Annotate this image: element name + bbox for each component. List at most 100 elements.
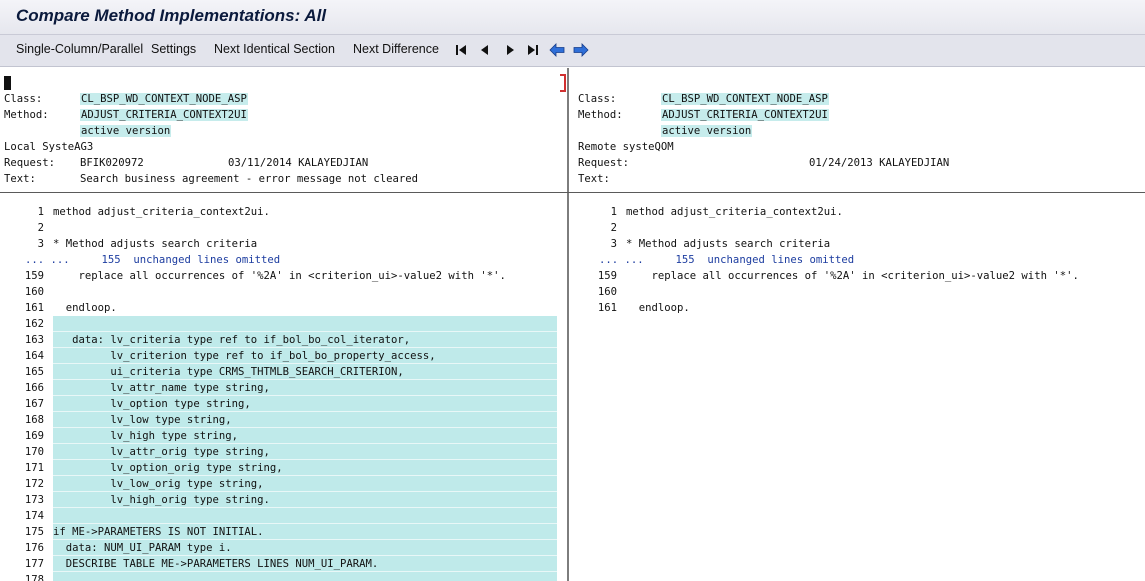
code-text: lv_option type string,: [53, 398, 251, 410]
header-divider: [0, 192, 1145, 193]
code-text: data: lv_criteria type ref to if_bol_bo_…: [53, 334, 411, 346]
code-line: 1 method adjust_criteria_context2ui.: [0, 204, 567, 220]
code-line: 161 endloop.: [0, 300, 567, 316]
arrow-right-icon[interactable]: [572, 40, 590, 60]
code-text: DESCRIBE TABLE ME->PARAMETERS LINES NUM_…: [53, 558, 379, 570]
change-highlight: [53, 508, 557, 524]
change-highlight: [53, 572, 557, 581]
code-text: lv_attr_orig type string,: [53, 446, 270, 458]
method-label: Method:: [4, 109, 49, 121]
code-text: lv_high_orig type string.: [53, 494, 270, 506]
change-highlight: [53, 316, 557, 332]
settings-button[interactable]: Settings: [151, 42, 196, 56]
last-page-icon[interactable]: [524, 40, 542, 60]
code-line: 160: [0, 284, 567, 300]
code-line: 170 lv_attr_orig type string,: [0, 444, 567, 460]
code-line: 1 method adjust_criteria_context2ui.: [569, 204, 1145, 220]
single-column-parallel-button[interactable]: Single-Column/Parallel: [16, 42, 143, 56]
code-text: endloop.: [626, 302, 690, 314]
method-value: ADJUST_CRITERIA_CONTEXT2UI: [661, 109, 829, 121]
code-line: 159 replace all occurrences of '%2A' in …: [569, 268, 1145, 284]
code-line: 164 lv_criterion type ref to if_bol_bo_p…: [0, 348, 567, 364]
line-number: 176: [24, 542, 44, 554]
request-date-user: 03/11/2014 KALAYEDJIAN: [228, 157, 369, 169]
code-text: endloop.: [53, 302, 117, 314]
line-number: 165: [24, 366, 44, 378]
code-text: ui_criteria type CRMS_THTMLB_SEARCH_CRIT…: [53, 366, 404, 378]
line-number: 173: [24, 494, 44, 506]
class-label: Class:: [578, 93, 617, 105]
line-number: 162: [24, 318, 44, 330]
code-text: method adjust_criteria_context2ui.: [626, 206, 843, 218]
code-text: if ME->PARAMETERS IS NOT INITIAL.: [53, 526, 264, 538]
code-text: lv_option_orig type string,: [53, 462, 283, 474]
code-line: 165 ui_criteria type CRMS_THTMLB_SEARCH_…: [0, 364, 567, 380]
class-label: Class:: [4, 93, 43, 105]
difference-marker: [560, 74, 566, 92]
code-line: 2: [0, 220, 567, 236]
code-line: 2: [569, 220, 1145, 236]
line-number: 175: [24, 526, 44, 538]
line-number: 160: [24, 286, 44, 298]
system-label: Local SysteAG3: [4, 141, 94, 153]
line-number: 3: [37, 238, 44, 250]
code-line: 168 lv_low type string,: [0, 412, 567, 428]
line-number: 159: [597, 270, 617, 282]
line-number: 164: [24, 350, 44, 362]
code-line: 174: [0, 508, 567, 524]
line-number: 2: [610, 222, 617, 234]
arrow-left-icon[interactable]: [548, 40, 566, 60]
next-page-icon[interactable]: [501, 40, 519, 60]
text-label: Text:: [578, 173, 610, 185]
line-number: 160: [597, 286, 617, 298]
omitted-lines-indicator[interactable]: ... ... 155 unchanged lines omitted: [599, 252, 854, 268]
code-text: method adjust_criteria_context2ui.: [53, 206, 270, 218]
line-number: 169: [24, 430, 44, 442]
line-number: 167: [24, 398, 44, 410]
code-text: data: NUM_UI_PARAM type i.: [53, 542, 232, 554]
line-number: 171: [24, 462, 44, 474]
remote-version-pane[interactable]: Class: CL_BSP_WD_CONTEXT_NODE_ASP Method…: [569, 68, 1145, 581]
method-label: Method:: [578, 109, 623, 121]
line-number: 174: [24, 510, 44, 522]
code-line: 161 endloop.: [569, 300, 1145, 316]
code-line: 177 DESCRIBE TABLE ME->PARAMETERS LINES …: [0, 556, 567, 572]
code-line: 172 lv_low_orig type string,: [0, 476, 567, 492]
line-number: 1: [37, 206, 44, 218]
code-line: 167 lv_option type string,: [0, 396, 567, 412]
prev-page-icon[interactable]: [476, 40, 494, 60]
code-line: 178: [0, 572, 567, 581]
code-line: 3 * Method adjusts search criteria: [569, 236, 1145, 252]
code-text: replace all occurrences of '%2A' in <cri…: [53, 270, 506, 282]
next-identical-section-button[interactable]: Next Identical Section: [214, 42, 335, 56]
line-number: 159: [24, 270, 44, 282]
code-text: replace all occurrences of '%2A' in <cri…: [626, 270, 1079, 282]
system-label: Remote systeQOM: [578, 141, 674, 153]
line-number: 161: [24, 302, 44, 314]
code-line: 176 data: NUM_UI_PARAM type i.: [0, 540, 567, 556]
title-bar: Compare Method Implementations: All: [0, 0, 1145, 35]
local-version-pane[interactable]: Class: CL_BSP_WD_CONTEXT_NODE_ASP Method…: [0, 68, 567, 581]
request-value: BFIK020972: [80, 157, 144, 169]
code-text: lv_low_orig type string,: [53, 478, 264, 490]
code-text: lv_low type string,: [53, 414, 232, 426]
line-number: 2: [37, 222, 44, 234]
code-line: 175 if ME->PARAMETERS IS NOT INITIAL.: [0, 524, 567, 540]
toolbar: Single-Column/Parallel Settings Next Ide…: [0, 35, 1145, 67]
line-number: 172: [24, 478, 44, 490]
omitted-lines-indicator[interactable]: ... ... 155 unchanged lines omitted: [25, 252, 280, 268]
class-value: CL_BSP_WD_CONTEXT_NODE_ASP: [661, 93, 829, 105]
request-label: Request:: [578, 157, 630, 169]
code-line: 169 lv_high type string,: [0, 428, 567, 444]
first-page-icon[interactable]: [452, 40, 470, 60]
code-line: 160: [569, 284, 1145, 300]
line-number: 3: [610, 238, 617, 250]
text-value: Search business agreement - error messag…: [80, 173, 419, 185]
code-text: lv_high type string,: [53, 430, 238, 442]
window-title: Compare Method Implementations: All: [16, 6, 327, 25]
next-difference-button[interactable]: Next Difference: [353, 42, 439, 56]
text-cursor: [4, 76, 11, 90]
code-text: lv_criterion type ref to if_bol_bo_prope…: [53, 350, 436, 362]
code-line: 159 replace all occurrences of '%2A' in …: [0, 268, 567, 284]
text-label: Text:: [4, 173, 36, 185]
